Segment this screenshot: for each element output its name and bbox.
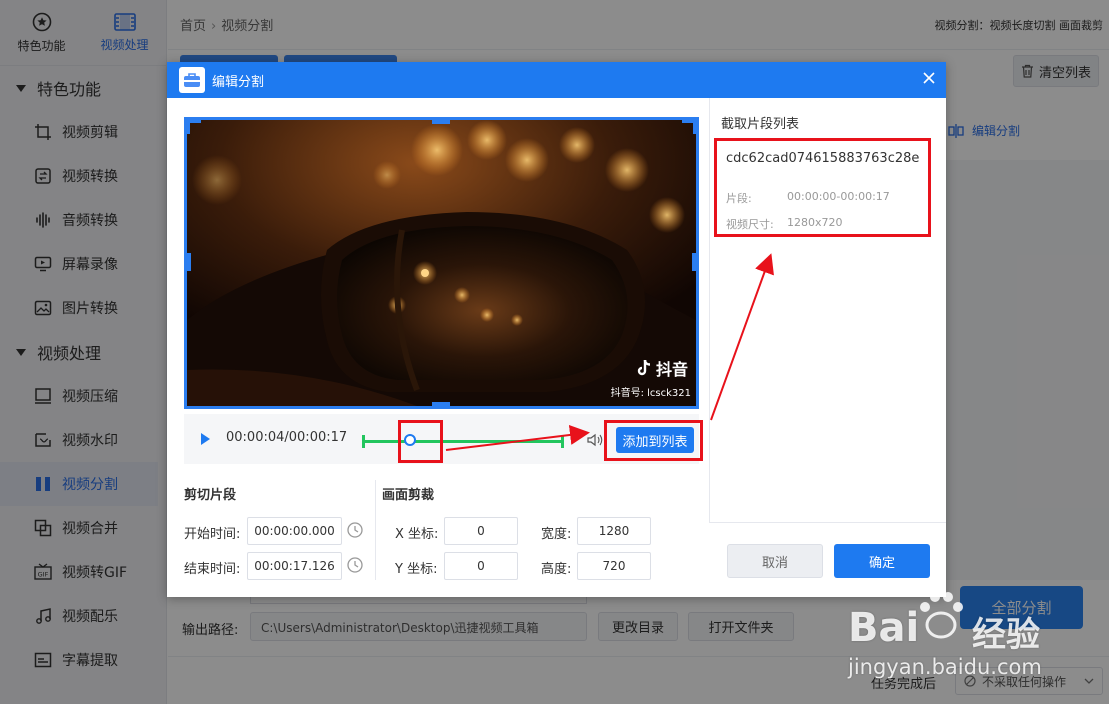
trim-track[interactable] xyxy=(362,440,564,443)
video-brand-label: 抖音 xyxy=(655,360,688,379)
toolbox-icon xyxy=(179,67,205,93)
start-time-input[interactable]: 00:00:00.000 xyxy=(247,517,342,545)
annotation-box-add-button xyxy=(604,420,703,461)
volume-icon[interactable] xyxy=(587,433,603,447)
start-time-label: 开始时间: xyxy=(184,527,241,542)
x-coord-label: X 坐标: xyxy=(395,527,439,542)
width-label: 宽度: xyxy=(541,527,572,542)
confirm-button[interactable]: 确定 xyxy=(834,544,930,578)
close-icon[interactable] xyxy=(922,71,936,85)
time-display: 00:00:04/00:00:17 xyxy=(226,430,348,445)
crop-section-title: 画面剪裁 xyxy=(382,488,435,503)
trim-end-handle[interactable] xyxy=(561,435,564,448)
watermark-url: jingyan.baidu.com xyxy=(848,655,1042,679)
cut-section-title: 剪切片段 xyxy=(184,488,237,503)
watermark-brand: Bai xyxy=(848,605,920,651)
video-brand: 抖音 xyxy=(636,356,688,380)
watermark-brand-cn: 经验 xyxy=(972,615,1040,655)
clock-icon[interactable] xyxy=(346,556,364,574)
section-divider xyxy=(375,480,376,580)
baidu-watermark: Bai 经验 jingyan.baidu.com xyxy=(846,585,1106,685)
play-icon[interactable] xyxy=(201,433,210,445)
end-time-label: 结束时间: xyxy=(184,562,241,577)
clip-list-title: 截取片段列表 xyxy=(721,117,800,132)
y-coord-label: Y 坐标: xyxy=(395,562,438,577)
cancel-button[interactable]: 取消 xyxy=(727,544,823,578)
height-input[interactable]: 720 xyxy=(577,552,651,580)
annotation-box-playhead xyxy=(398,420,443,463)
video-frame-image xyxy=(187,120,696,406)
tiktok-icon xyxy=(637,359,651,376)
end-time-input[interactable]: 00:00:17.126 xyxy=(247,552,342,580)
clock-icon[interactable] xyxy=(346,521,364,539)
x-coord-input[interactable]: 0 xyxy=(444,517,518,545)
dialog-title: 编辑分割 xyxy=(212,74,265,90)
annotation-box-clip xyxy=(714,138,931,237)
video-preview[interactable]: 抖音 抖音号: lcsck321 xyxy=(184,117,699,409)
dialog-titlebar: 编辑分割 xyxy=(167,62,946,98)
width-input[interactable]: 1280 xyxy=(577,517,651,545)
y-coord-input[interactable]: 0 xyxy=(444,552,518,580)
paw-icon xyxy=(920,592,963,639)
height-label: 高度: xyxy=(541,562,572,577)
video-account-id: 抖音号: lcsck321 xyxy=(610,388,691,399)
